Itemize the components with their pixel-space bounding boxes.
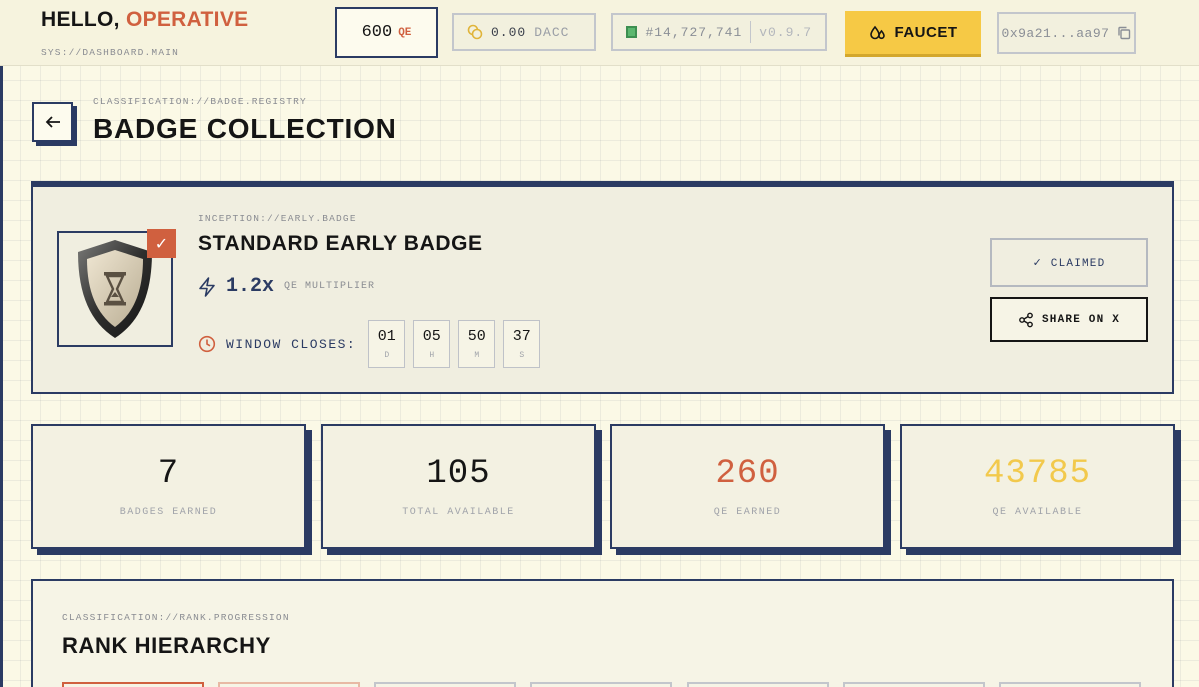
rank-tier[interactable] [687, 682, 829, 687]
block-pill: #14,727,741 v0.9.7 [611, 13, 827, 51]
stat-total-available: 105 TOTAL AVAILABLE [321, 424, 596, 549]
countdown-minutes: 50 M [458, 320, 496, 368]
countdown-seconds: 37 S [503, 320, 541, 368]
droplets-icon [869, 25, 885, 39]
rank-tier[interactable] [218, 682, 360, 687]
sys-path: SYS://DASHBOARD.MAIN [41, 47, 180, 58]
clock-icon [198, 335, 216, 353]
faucet-label: FAUCET [894, 24, 958, 41]
qe-unit: QE [398, 26, 412, 39]
stat-qe-available: 43785 QE AVAILABLE [900, 424, 1175, 549]
rank-title: RANK HIERARCHY [62, 633, 271, 658]
claimed-status-button[interactable]: ✓ CLAIMED [990, 238, 1148, 287]
window-closes-label: WINDOW CLOSES: [226, 336, 357, 352]
share-icon [1019, 312, 1033, 327]
stat-value: 260 [715, 455, 780, 493]
share-on-x-button[interactable]: SHARE ON X [990, 297, 1148, 342]
stat-value: 105 [426, 455, 491, 493]
claimed-check-icon: ✓ [147, 229, 176, 258]
badge-title: STANDARD EARLY BADGE [198, 232, 483, 255]
copy-icon[interactable] [1117, 26, 1131, 40]
app-version: v0.9.7 [759, 24, 812, 40]
stat-badges-earned: 7 BADGES EARNED [31, 424, 306, 549]
qe-balance: 600 [361, 23, 393, 42]
left-rule [0, 66, 3, 687]
countdown-unit: M [474, 351, 480, 360]
rank-tier[interactable] [843, 682, 985, 687]
coins-icon [467, 24, 483, 40]
dacc-balance-pill: 0.00 DACC [452, 13, 596, 51]
claimed-label: ✓ CLAIMED [1032, 257, 1106, 270]
greeting-text: HELLO, [41, 8, 120, 31]
faucet-button[interactable]: FAUCET [845, 11, 981, 54]
arrow-left-icon [45, 116, 60, 128]
rank-tier[interactable] [999, 682, 1141, 687]
countdown-value: 05 [422, 328, 441, 345]
stat-label: QE EARNED [713, 507, 782, 518]
stat-value: 7 [157, 455, 180, 493]
multiplier-value: 1.2x [226, 275, 275, 298]
dacc-balance: 0.00 [491, 24, 527, 40]
countdown-unit: D [384, 351, 390, 360]
countdown-hours: 05 H [413, 320, 451, 368]
top-header: HELLO, OPERATIVE SYS://DASHBOARD.MAIN 60… [0, 0, 1199, 66]
countdown-days: 01 D [368, 320, 406, 368]
countdown-unit: H [429, 351, 435, 360]
rank-tier[interactable] [374, 682, 516, 687]
stat-label: QE AVAILABLE [992, 507, 1083, 518]
back-button[interactable] [32, 102, 73, 142]
stat-qe-earned: 260 QE EARNED [610, 424, 885, 549]
divider [750, 21, 752, 43]
wallet-address-button[interactable]: 0x9a21...aa97 [997, 12, 1136, 54]
countdown-value: 50 [467, 328, 486, 345]
multiplier-row: 1.2x QE MULTIPLIER [198, 275, 375, 298]
shield-hourglass-icon [78, 240, 152, 338]
multiplier-label: QE MULTIPLIER [284, 281, 376, 292]
rank-tier[interactable] [530, 682, 672, 687]
block-number: #14,727,741 [645, 24, 743, 40]
countdown-unit: S [519, 351, 525, 360]
rank-tier[interactable] [62, 682, 204, 687]
share-label: SHARE ON X [1041, 313, 1120, 326]
countdown-value: 01 [377, 328, 396, 345]
page-title: BADGE COLLECTION [93, 113, 397, 144]
dacc-unit: DACC [534, 24, 570, 40]
qe-balance-box: 600 QE [335, 7, 438, 58]
lightning-icon [199, 276, 215, 297]
countdown-value: 37 [512, 328, 531, 345]
wallet-address: 0x9a21...aa97 [1001, 25, 1110, 41]
stat-label: TOTAL AVAILABLE [402, 507, 515, 518]
greeting: HELLO, OPERATIVE [41, 8, 248, 32]
page-kicker: CLASSIFICATION://BADGE.REGISTRY [93, 96, 307, 107]
stat-value: 43785 [983, 455, 1092, 493]
countdown-row: WINDOW CLOSES: 01 D 05 H 50 M 37 S [198, 320, 541, 368]
stat-label: BADGES EARNED [119, 507, 218, 518]
block-status-icon [626, 26, 638, 38]
rank-kicker: CLASSIFICATION://RANK.PROGRESSION [62, 612, 290, 623]
badge-kicker: INCEPTION://EARLY.BADGE [198, 213, 357, 224]
greeting-name: OPERATIVE [125, 8, 249, 31]
